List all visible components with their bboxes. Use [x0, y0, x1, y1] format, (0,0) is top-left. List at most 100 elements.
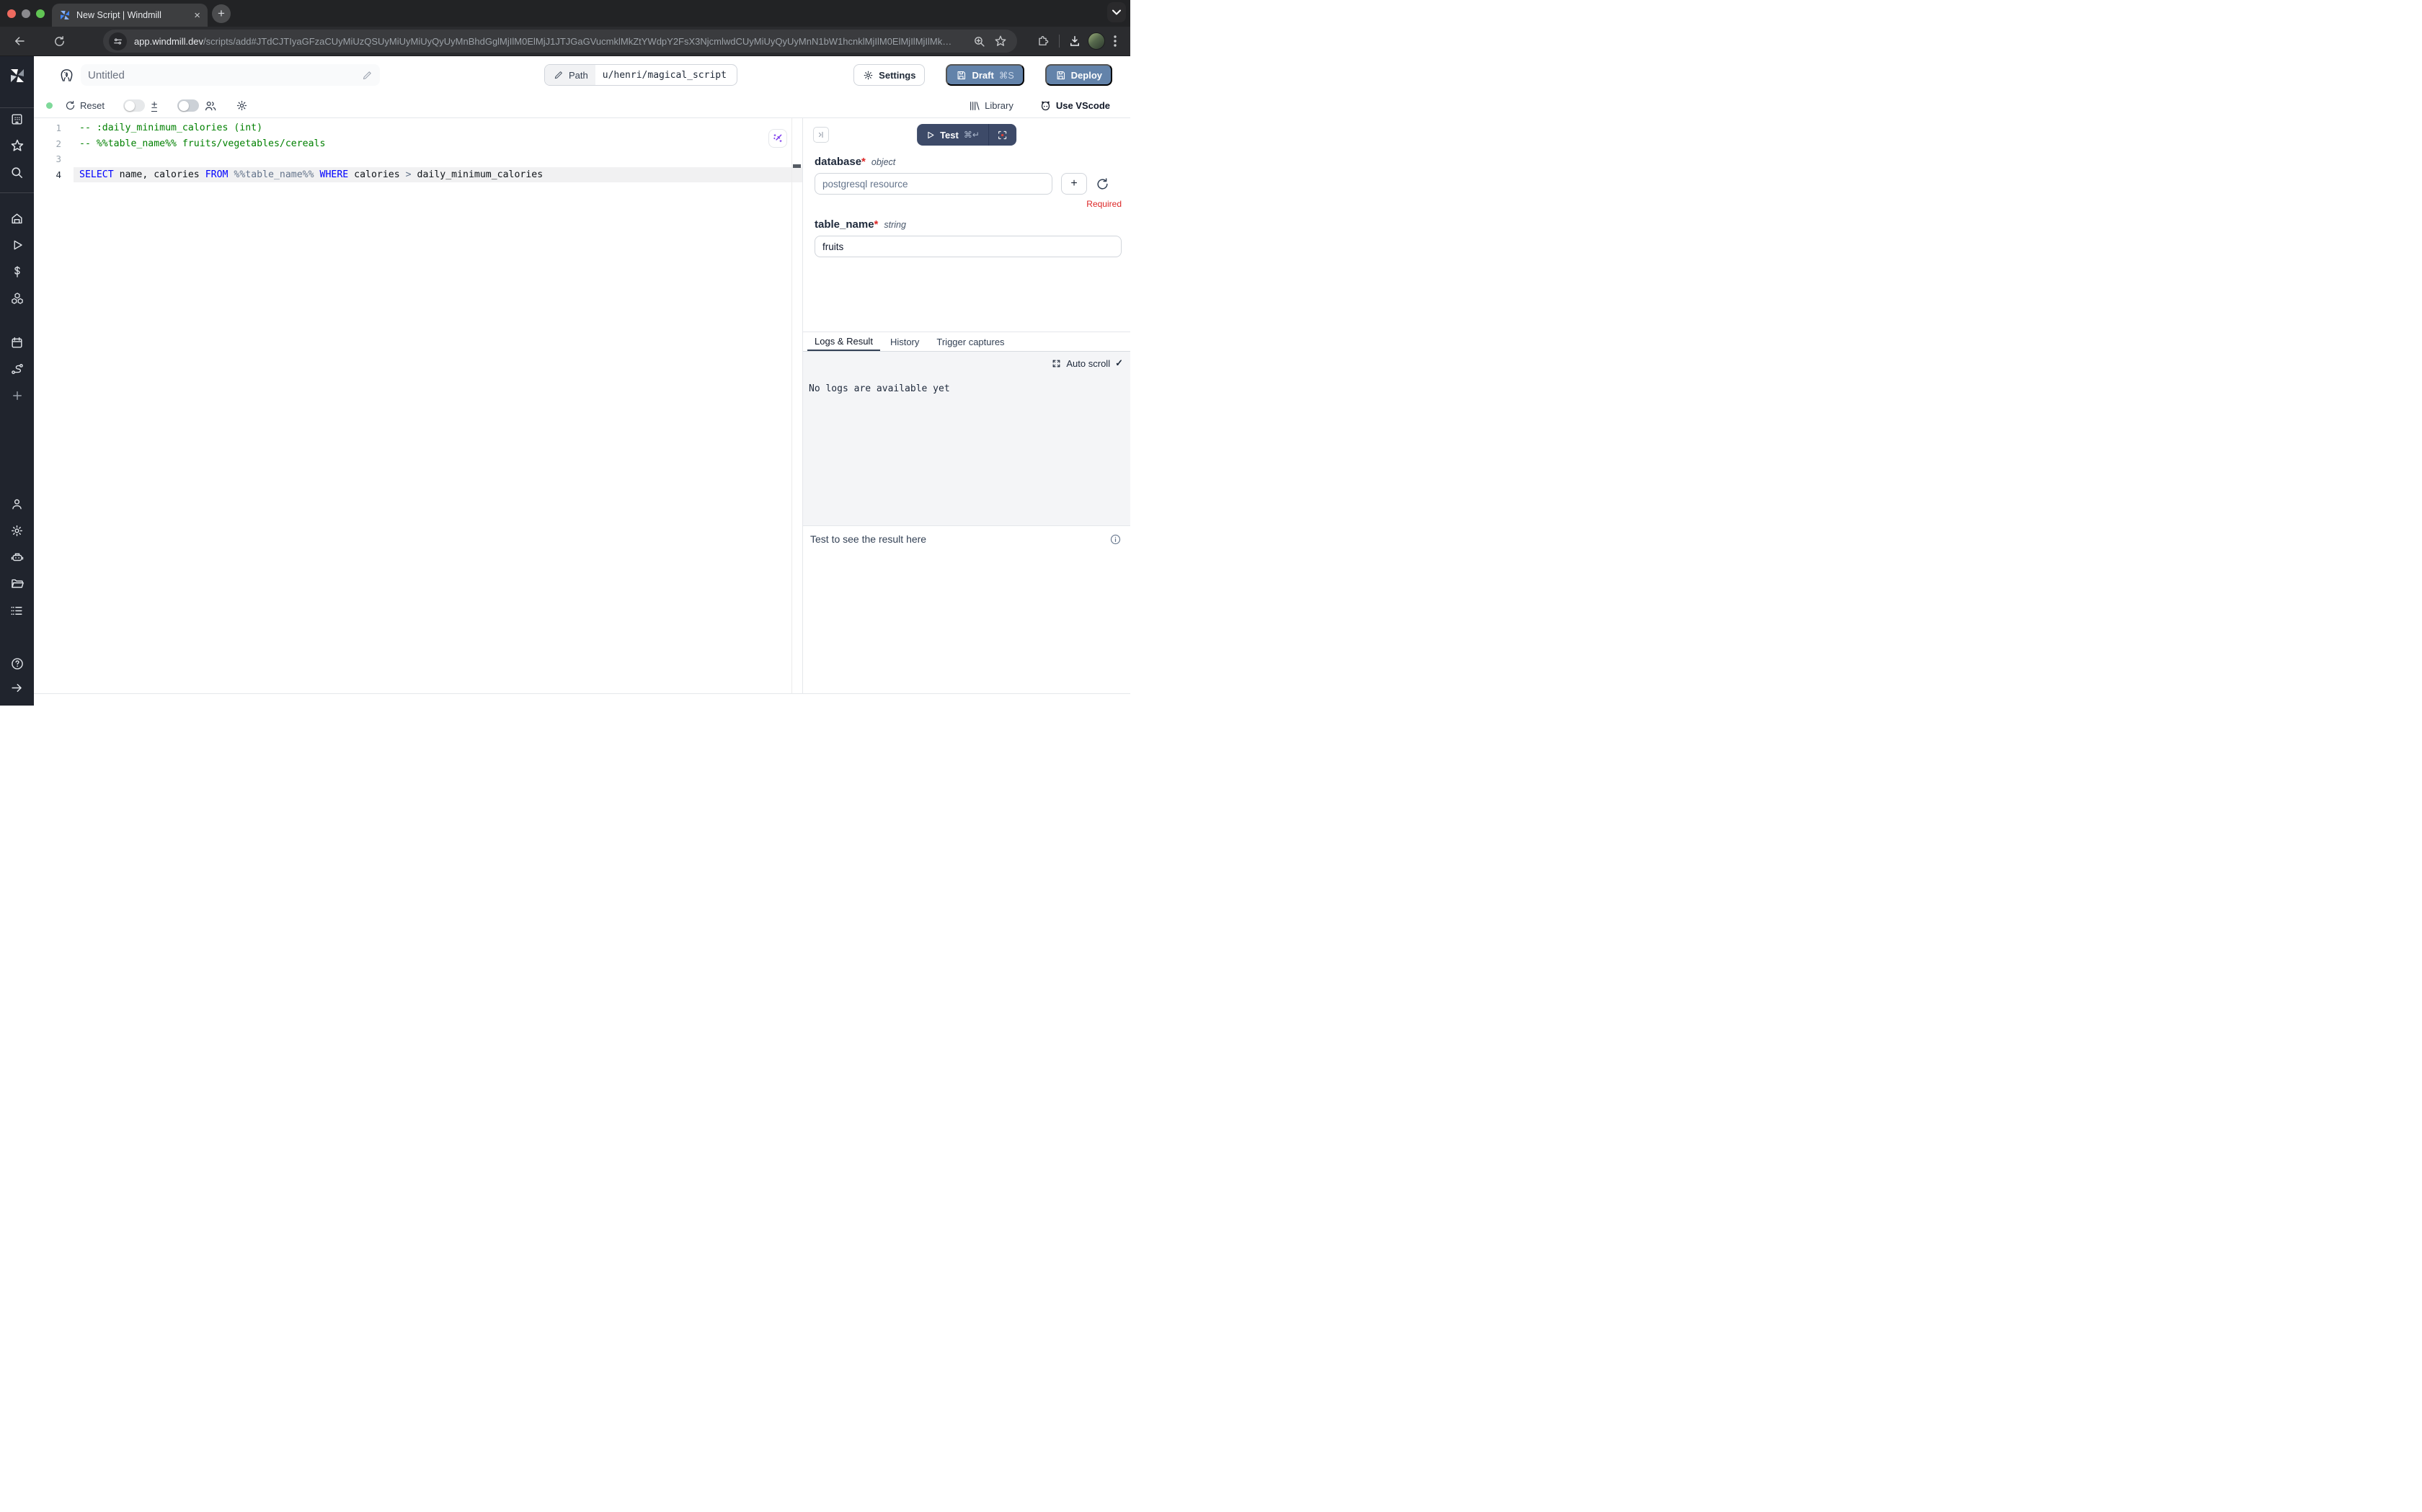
database-resource-input[interactable]: [815, 173, 1052, 195]
editor-scrollbar[interactable]: [791, 118, 802, 693]
sidebar-item-runs[interactable]: [9, 237, 25, 253]
required-asterisk: *: [861, 156, 866, 168]
sidebar-item-audit-logs[interactable]: [9, 602, 25, 618]
sidebar-item-schedules[interactable]: [9, 334, 25, 350]
path-label: Path: [569, 70, 588, 81]
test-button[interactable]: Test ⌘↵: [917, 124, 988, 146]
field-label-database: database*: [815, 156, 866, 168]
test-capture-button[interactable]: [989, 124, 1016, 146]
settings-button[interactable]: Settings: [853, 64, 925, 86]
sidebar-item-workers[interactable]: [9, 549, 25, 565]
home-icon: [10, 212, 24, 226]
code-line-content: [74, 151, 802, 167]
result-panel: Test to see the result here: [803, 525, 1130, 693]
toggle-assistant[interactable]: [123, 99, 145, 112]
panel-collapse-button[interactable]: [813, 127, 829, 143]
tab-history[interactable]: History: [883, 332, 926, 351]
table-name-input[interactable]: [815, 236, 1122, 257]
sidebar-divider: [0, 107, 34, 108]
add-resource-button[interactable]: +: [1061, 173, 1087, 195]
line-number: 1: [34, 123, 74, 133]
sidebar-item-resources[interactable]: [9, 290, 25, 306]
save-icon: [1055, 70, 1066, 81]
sidebar-item-search[interactable]: [9, 164, 25, 180]
gear-icon: [236, 99, 248, 112]
minimize-window-button[interactable]: [22, 9, 30, 18]
script-summary-input[interactable]: [88, 69, 362, 81]
bookmark-button[interactable]: [990, 30, 1011, 52]
sidebar-item-variables[interactable]: [9, 264, 25, 280]
reload-icon: [53, 35, 66, 48]
draft-button[interactable]: Draft ⌘S: [946, 64, 1024, 86]
editor-settings-button[interactable]: [236, 99, 248, 112]
sidebar-item-settings[interactable]: [9, 522, 25, 538]
panel-collapse-icon: [817, 130, 825, 139]
script-summary-field[interactable]: [81, 64, 380, 86]
site-info-button[interactable]: [109, 32, 127, 50]
people-icon: [204, 99, 217, 112]
collaborators-button[interactable]: [204, 99, 217, 112]
tab-search-button[interactable]: [1107, 2, 1126, 22]
script-header: Path u/henri/magical_script Settings: [34, 56, 1130, 94]
autoscroll-checkbox[interactable]: ✓: [1115, 357, 1123, 369]
path-value: u/henri/magical_script: [595, 70, 737, 81]
extensions-button[interactable]: [1033, 30, 1055, 52]
expand-logs-button[interactable]: [1052, 359, 1061, 368]
library-button[interactable]: Library: [969, 100, 1013, 112]
browser-menu-button[interactable]: [1107, 30, 1123, 52]
tab-close-icon[interactable]: ×: [194, 10, 200, 21]
diff-button[interactable]: ±: [151, 99, 157, 112]
sidebar-collapse-button[interactable]: [9, 680, 25, 695]
tab-trigger-captures[interactable]: Trigger captures: [929, 332, 1011, 351]
new-tab-button[interactable]: +: [212, 4, 231, 23]
code-line[interactable]: 4SELECT name, calories FROM %%table_name…: [34, 167, 802, 183]
vscode-label: Use VScode: [1056, 100, 1110, 111]
draft-label: Draft: [972, 70, 993, 81]
code-line[interactable]: 2-- %%table_name%% fruits/vegetables/cer…: [34, 136, 802, 152]
tab-logs-result[interactable]: Logs & Result: [807, 332, 880, 351]
test-label: Test: [940, 130, 959, 141]
reload-button[interactable]: [47, 30, 71, 52]
folder-open-icon: [10, 577, 25, 591]
avatar: [1088, 32, 1105, 50]
zoom-window-button[interactable]: [36, 9, 45, 18]
library-icon: [969, 100, 980, 112]
url-text[interactable]: app.windmill.dev/scripts/add#JTdCJTIyaGF…: [134, 36, 968, 47]
zoom-page-button[interactable]: [968, 30, 990, 52]
sidebar-item-folders[interactable]: [9, 576, 25, 592]
sidebar-logo[interactable]: [8, 66, 27, 85]
refresh-resources-button[interactable]: [1096, 177, 1109, 191]
sidebar-item-help[interactable]: [9, 656, 25, 672]
vscode-button[interactable]: Use VScode: [1039, 99, 1110, 112]
reset-button[interactable]: Reset: [65, 100, 105, 111]
downloads-button[interactable]: [1064, 30, 1086, 52]
sidebar-item-users[interactable]: [9, 496, 25, 512]
sidebar-item-home[interactable]: [9, 210, 25, 226]
required-asterisk: *: [874, 218, 879, 231]
calendar-icon: [10, 336, 24, 350]
ai-wand-button[interactable]: [768, 129, 787, 148]
editor-scroll-marker: [793, 164, 801, 168]
close-window-button[interactable]: [7, 9, 16, 18]
profile-avatar[interactable]: [1086, 30, 1107, 52]
sidebar-item-favorites[interactable]: [9, 138, 25, 154]
code-line[interactable]: 1-- :daily_minimum_calories (int): [34, 120, 802, 136]
app-sidebar: [0, 56, 34, 706]
sidebar-item-apps[interactable]: [9, 111, 25, 127]
plus-icon: [11, 389, 24, 402]
edit-pencil-icon: [362, 70, 373, 81]
deploy-button[interactable]: Deploy: [1045, 64, 1112, 86]
download-icon: [1068, 35, 1081, 48]
url-bar[interactable]: app.windmill.dev/scripts/add#JTdCJTIyaGF…: [103, 30, 1017, 53]
sidebar-item-add[interactable]: [9, 388, 25, 404]
path-button[interactable]: Path u/henri/magical_script: [544, 64, 737, 86]
code-editor[interactable]: 1-- :daily_minimum_calories (int)2-- %%t…: [34, 118, 802, 693]
help-circle-icon: [10, 657, 25, 671]
sidebar-item-triggers[interactable]: [9, 361, 25, 377]
browser-tab[interactable]: New Script | Windmill ×: [52, 4, 208, 27]
code-line[interactable]: 3: [34, 151, 802, 167]
code-line-content: -- :daily_minimum_calories (int): [74, 120, 802, 136]
result-info-icon[interactable]: [1109, 533, 1122, 546]
toggle-collaboration[interactable]: [177, 99, 199, 112]
back-button[interactable]: [7, 30, 31, 52]
